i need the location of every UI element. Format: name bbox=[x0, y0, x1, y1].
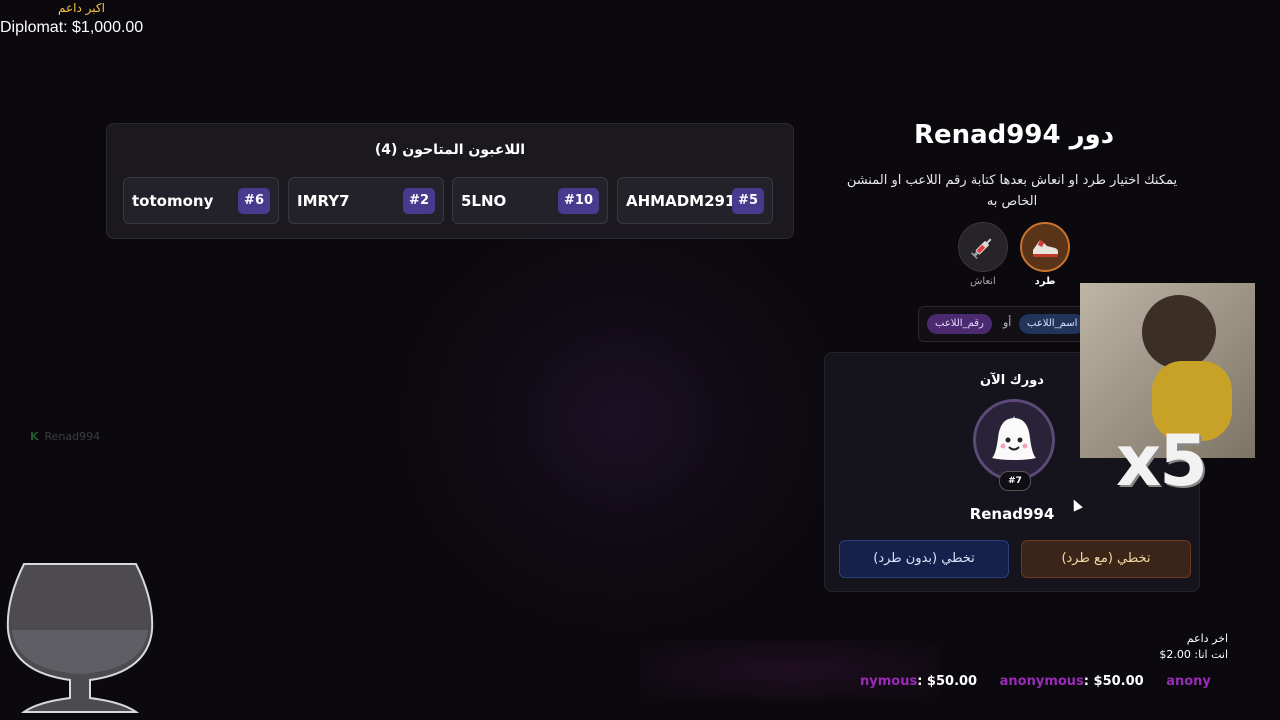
player-number-badge: #6 bbox=[238, 188, 270, 214]
ticker-amount: : $50.00 bbox=[1083, 674, 1144, 689]
last-donor-line: انت انا: 2.00$ bbox=[1159, 648, 1228, 661]
kick-action[interactable]: طرد bbox=[1018, 222, 1072, 287]
player-card-imry7[interactable]: IMRY7 #2 bbox=[288, 177, 444, 224]
top-donor-label: اكبر داعم bbox=[58, 1, 105, 15]
kick-label: طرد bbox=[1034, 276, 1056, 287]
turn-instructions: يمكنك اختيار طرد او انعاش بعدها كتابة رق… bbox=[846, 173, 1178, 209]
player-name: totomony bbox=[132, 192, 214, 210]
turn-title: دور Renad994 bbox=[913, 120, 1115, 150]
ticker-name: anony bbox=[1166, 674, 1211, 689]
kick-logo-icon: K bbox=[30, 430, 39, 443]
player-name-pill: اسم_اللاعب bbox=[1019, 314, 1086, 334]
player-card-totomony[interactable]: totomony #6 bbox=[123, 177, 279, 224]
ticker-amount: : $50.00 bbox=[917, 674, 978, 689]
avatar bbox=[973, 399, 1055, 481]
available-players-panel: اللاعبون المتاحون (4) totomony #6 IMRY7 … bbox=[106, 123, 794, 239]
chat-user-name: Renad994 bbox=[44, 430, 101, 443]
donation-ticker: nymous: $50.00 anonymous: $50.00 anony bbox=[860, 674, 1240, 694]
player-number-badge: #10 bbox=[558, 188, 599, 214]
players-title: اللاعبون المتاحون (4) bbox=[374, 142, 526, 158]
revive-action[interactable]: انعاش bbox=[956, 222, 1010, 287]
skip-without-kick-button[interactable]: تخطي (بدون طرد) bbox=[839, 540, 1009, 578]
player-number-badge: #7 bbox=[999, 471, 1031, 491]
skip-with-kick-button[interactable]: تخطي (مع طرد) bbox=[1021, 540, 1191, 578]
last-donor-label: اخر داعم bbox=[1186, 632, 1228, 645]
player-number-badge: #2 bbox=[403, 188, 435, 214]
top-donor-line: Diplomat: $1,000.00 bbox=[0, 19, 144, 36]
player-name: AHMADM2910 bbox=[626, 192, 746, 210]
multiplier-label: x5 bbox=[1116, 420, 1208, 502]
background-glow bbox=[400, 210, 840, 630]
glass-icon bbox=[6, 563, 154, 713]
ticker-name: nymous bbox=[860, 674, 918, 689]
player-card-5lno[interactable]: 5LNO #10 bbox=[452, 177, 608, 224]
player-card-ahmadm2910[interactable]: AHMADM2910 #5 bbox=[617, 177, 773, 224]
or-word: أو bbox=[1003, 316, 1012, 329]
revive-label: انعاش bbox=[970, 276, 996, 287]
player-name: 5LNO bbox=[461, 192, 507, 210]
ghost-icon bbox=[992, 416, 1036, 460]
player-number-badge: #5 bbox=[732, 188, 764, 214]
current-player-name: Renad994 bbox=[969, 505, 1055, 523]
syringe-icon bbox=[958, 222, 1008, 272]
last-donor: اخر داعم انت انا: 2.00$ bbox=[1148, 631, 1228, 663]
sneaker-icon bbox=[1020, 222, 1070, 272]
player-name: IMRY7 bbox=[297, 192, 350, 210]
ticker-name: anonymous bbox=[999, 674, 1084, 689]
chat-user-row: K Renad994 bbox=[30, 430, 100, 443]
player-number-pill: رقم_اللاعب bbox=[927, 314, 992, 334]
